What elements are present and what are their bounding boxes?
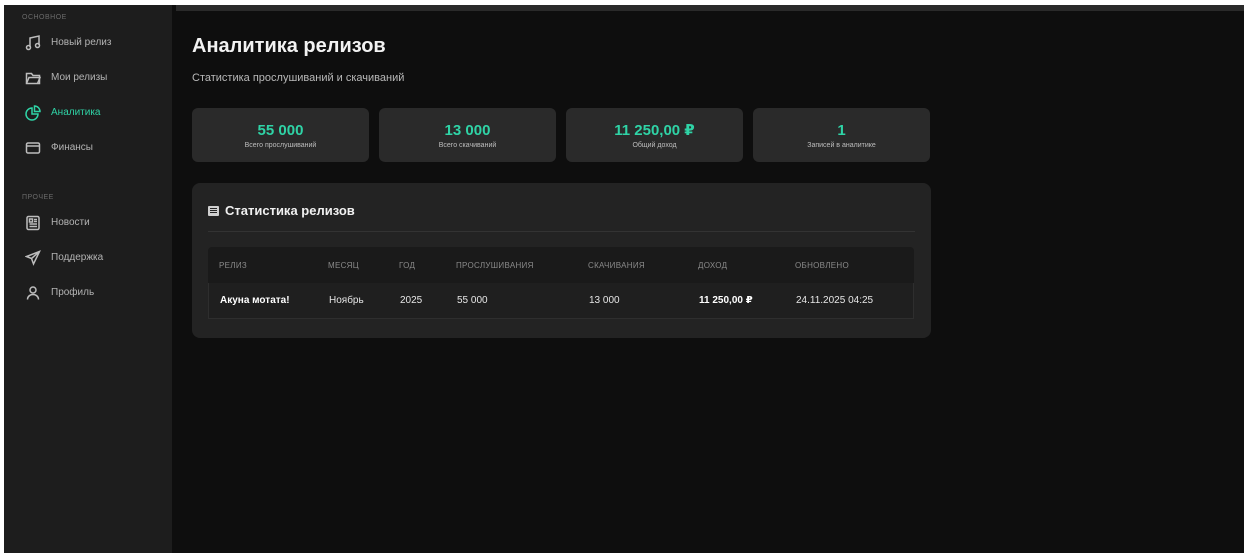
page-title: Аналитика релизов: [192, 35, 386, 57]
stat-card-plays: 55 000 Всего прослушиваний: [192, 108, 369, 162]
cell-income: 11 250,00 ₽: [699, 295, 753, 306]
wallet-icon: [24, 139, 42, 157]
stat-card-records: 1 Записей в аналитике: [753, 108, 930, 162]
cell-month: Ноябрь: [329, 295, 364, 306]
sidebar-item-news[interactable]: Новости: [4, 205, 172, 240]
sidebar-item-finances[interactable]: Финансы: [4, 130, 172, 165]
send-icon: [24, 249, 42, 267]
main-content: Аналитика релизов Статистика прослушиван…: [172, 5, 1244, 553]
stat-value: 13 000: [444, 121, 491, 139]
table-row[interactable]: Акуна мотата! Ноябрь 2025 55 000 13 000 …: [208, 283, 914, 319]
column-header-month[interactable]: МЕСЯЦ: [328, 261, 399, 270]
cell-release: Акуна мотата!: [220, 295, 290, 306]
sidebar-item-my-releases[interactable]: Мои релизы: [4, 60, 172, 95]
column-header-year[interactable]: ГОД: [399, 261, 456, 270]
column-header-downloads[interactable]: СКАЧИВАНИЯ: [588, 261, 698, 270]
sidebar-section-main: ОСНОВНОЕ: [22, 14, 67, 21]
sidebar-item-label: Новый релиз: [51, 37, 112, 48]
stat-value: 1: [837, 121, 846, 139]
stat-card-income: 11 250,00 ₽ Общий доход: [566, 108, 743, 162]
pie-chart-icon: [24, 104, 42, 122]
card-header: Статистика релизов: [208, 203, 915, 232]
sidebar-item-label: Поддержка: [51, 252, 104, 263]
column-header-plays[interactable]: ПРОСЛУШИВАНИЯ: [456, 261, 588, 270]
column-header-release[interactable]: РЕЛИЗ: [208, 261, 328, 270]
music-note-icon: [24, 34, 42, 52]
newspaper-icon: [24, 214, 42, 232]
stats-row: 55 000 Всего прослушиваний 13 000 Всего …: [192, 108, 930, 162]
stat-label: Записей в аналитике: [807, 141, 876, 149]
page-subtitle: Статистика прослушиваний и скачиваний: [192, 72, 405, 84]
sidebar-item-label: Мои релизы: [51, 72, 108, 83]
sidebar-item-support[interactable]: Поддержка: [4, 240, 172, 275]
cell-updated: 24.11.2025 04:25: [796, 295, 874, 306]
sidebar: ОСНОВНОЕ Новый релиз Мои релизы Аналитик…: [4, 5, 172, 553]
sidebar-item-profile[interactable]: Профиль: [4, 275, 172, 310]
sidebar-item-analytics[interactable]: Аналитика: [4, 95, 172, 130]
sidebar-item-label: Профиль: [51, 287, 95, 298]
app-window: ОСНОВНОЕ Новый релиз Мои релизы Аналитик…: [4, 5, 1244, 553]
table-header: РЕЛИЗ МЕСЯЦ ГОД ПРОСЛУШИВАНИЯ СКАЧИВАНИЯ…: [208, 247, 914, 283]
cell-downloads: 13 000: [589, 295, 620, 306]
sidebar-item-label: Финансы: [51, 142, 93, 153]
cell-year: 2025: [400, 295, 423, 306]
user-icon: [24, 284, 42, 302]
sidebar-item-new-release[interactable]: Новый релиз: [4, 25, 172, 60]
sidebar-item-label: Аналитика: [51, 107, 101, 118]
release-stats-table: РЕЛИЗ МЕСЯЦ ГОД ПРОСЛУШИВАНИЯ СКАЧИВАНИЯ…: [208, 247, 914, 319]
folder-icon: [24, 69, 42, 87]
column-header-income[interactable]: ДОХОД: [698, 261, 795, 270]
column-header-updated[interactable]: ОБНОВЛЕНО: [795, 261, 914, 270]
cell-plays: 55 000: [457, 295, 488, 306]
sidebar-item-label: Новости: [51, 217, 90, 228]
stat-value: 55 000: [257, 121, 304, 139]
release-stats-card: Статистика релизов РЕЛИЗ МЕСЯЦ ГОД ПРОСЛ…: [192, 183, 931, 338]
card-title: Статистика релизов: [225, 203, 355, 218]
sidebar-section-other: ПРОЧЕЕ: [22, 194, 54, 201]
stat-label: Всего скачиваний: [438, 141, 497, 149]
stat-label: Всего прослушиваний: [244, 141, 317, 149]
stat-card-downloads: 13 000 Всего скачиваний: [379, 108, 556, 162]
book-icon: [208, 206, 219, 216]
stat-value: 11 250,00 ₽: [614, 121, 695, 139]
stat-label: Общий доход: [632, 141, 677, 149]
